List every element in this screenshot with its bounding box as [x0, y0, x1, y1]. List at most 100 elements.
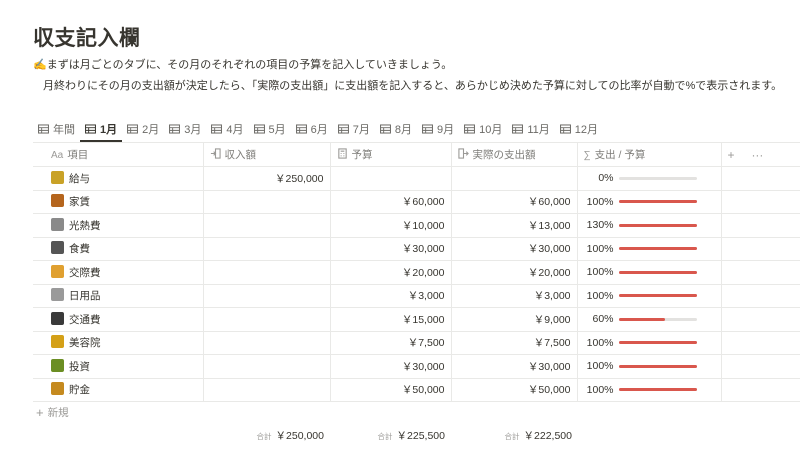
column-header-actions: + ···: [721, 143, 800, 167]
cell-ratio[interactable]: 60%: [577, 307, 722, 332]
total-income-label: 合計: [256, 432, 272, 441]
column-header-ratio[interactable]: ∑ 支出 / 予算: [577, 143, 722, 167]
cell-income[interactable]: [203, 260, 331, 285]
cell-budget[interactable]: ￥30,000: [330, 237, 452, 261]
cell-budget[interactable]: ￥50,000: [330, 378, 452, 402]
cell-ratio[interactable]: 100%: [577, 378, 722, 402]
cell-budget[interactable]: ￥3,000: [330, 284, 452, 308]
cell-actual[interactable]: ￥30,000: [451, 237, 578, 261]
cell-ratio[interactable]: 130%: [577, 213, 722, 238]
cell-name[interactable]: 光熱費: [33, 213, 204, 238]
tab-6[interactable]: 6月: [291, 118, 333, 140]
cell-budget[interactable]: ￥20,000: [330, 260, 452, 285]
add-column-button[interactable]: +: [728, 148, 735, 162]
cell-budget[interactable]: ￥7,500: [330, 331, 452, 355]
table-row[interactable]: 交際費 ￥20,000 ￥20,000 100%: [33, 260, 800, 285]
cell-actual[interactable]: ￥30,000: [451, 354, 578, 379]
new-row-button[interactable]: + 新規: [36, 405, 69, 420]
column-header-actual[interactable]: 実際の支出額: [451, 143, 578, 167]
cell-actual[interactable]: ￥7,500: [451, 331, 578, 355]
cell-income[interactable]: [203, 354, 331, 379]
ratio-bar: [618, 364, 697, 368]
cell-actual[interactable]: ￥13,000: [451, 213, 578, 238]
tab-1[interactable]: 1月: [80, 118, 123, 142]
table-row[interactable]: 美容院 ￥7,500 ￥7,500 100%: [33, 331, 800, 355]
tab-9[interactable]: 9月: [417, 118, 459, 140]
cell-name[interactable]: 交際費: [33, 260, 204, 285]
tab-2[interactable]: 2月: [122, 118, 164, 140]
tab-12[interactable]: 12月: [555, 118, 603, 140]
total-actual[interactable]: 合計 ￥222,500: [478, 428, 572, 443]
cell-income[interactable]: [203, 213, 331, 238]
cell-budget[interactable]: [330, 166, 452, 191]
cell-actual[interactable]: ￥60,000: [451, 190, 578, 214]
cell-actual[interactable]: ￥3,000: [451, 284, 578, 308]
cell-actual[interactable]: [451, 166, 578, 191]
cell-income[interactable]: [203, 331, 331, 355]
more-options-button[interactable]: ···: [751, 148, 763, 162]
table-row[interactable]: 貯金 ￥50,000 ￥50,000 100%: [33, 378, 800, 402]
cell-income[interactable]: [203, 378, 331, 402]
tab-7[interactable]: 7月: [333, 118, 375, 140]
cell-name[interactable]: 日用品: [33, 284, 204, 308]
tab-label: 年間: [53, 124, 75, 136]
cell-ratio[interactable]: 100%: [577, 284, 722, 308]
table-row[interactable]: 家賃 ￥60,000 ￥60,000 100%: [33, 190, 800, 214]
cell-income[interactable]: [203, 237, 331, 261]
cell-income[interactable]: [203, 284, 331, 308]
table-row[interactable]: 給与 ￥250,000 0%: [33, 166, 800, 191]
cell-ratio[interactable]: 100%: [577, 354, 722, 379]
plus-icon: +: [36, 405, 44, 420]
column-header-budget[interactable]: 予算: [330, 143, 452, 167]
tab-label: 5月: [268, 124, 286, 136]
cell-empty: [721, 378, 800, 402]
tab-0[interactable]: 年間: [33, 118, 80, 140]
handshake-icon: [51, 264, 64, 278]
tab-label: 2月: [142, 124, 160, 136]
ratio-bar: [618, 270, 697, 274]
cell-ratio[interactable]: 100%: [577, 260, 722, 285]
row-name: 交通費: [69, 313, 101, 326]
cell-income[interactable]: ￥250,000: [203, 166, 331, 191]
cell-budget[interactable]: ￥30,000: [330, 354, 452, 379]
cell-actual[interactable]: ￥20,000: [451, 260, 578, 285]
cell-actual[interactable]: ￥50,000: [451, 378, 578, 402]
cell-name[interactable]: 貯金: [33, 378, 204, 402]
table-row[interactable]: 交通費 ￥15,000 ￥9,000 60%: [33, 307, 800, 332]
cell-name[interactable]: 美容院: [33, 331, 204, 355]
cell-budget[interactable]: ￥15,000: [330, 307, 452, 332]
column-header-name[interactable]: Aa 項目: [33, 143, 204, 167]
ratio-bar-fill: [618, 364, 697, 368]
tab-8[interactable]: 8月: [375, 118, 417, 140]
table-row[interactable]: 日用品 ￥3,000 ￥3,000 100%: [33, 284, 800, 308]
cell-name[interactable]: 交通費: [33, 307, 204, 332]
cell-actual[interactable]: ￥9,000: [451, 307, 578, 332]
cell-name[interactable]: 家賃: [33, 190, 204, 214]
calculator-icon: [337, 148, 347, 159]
cell-name[interactable]: 食費: [33, 237, 204, 261]
cell-ratio[interactable]: 100%: [577, 190, 722, 214]
ratio-bar: [618, 247, 697, 251]
table-row[interactable]: 光熱費 ￥10,000 ￥13,000 130%: [33, 213, 800, 238]
cell-budget[interactable]: ￥10,000: [330, 213, 452, 238]
column-header-income[interactable]: 収入額: [203, 143, 331, 167]
cell-income[interactable]: [203, 190, 331, 214]
table-row[interactable]: 食費 ￥30,000 ￥30,000 100%: [33, 237, 800, 261]
cell-income[interactable]: [203, 307, 331, 332]
tab-4[interactable]: 4月: [206, 118, 248, 140]
tab-11[interactable]: 11月: [507, 118, 554, 140]
ratio-bar: [618, 176, 697, 180]
tab-10[interactable]: 10月: [459, 118, 507, 140]
cell-budget[interactable]: ￥60,000: [330, 190, 452, 214]
cell-ratio[interactable]: 0%: [577, 166, 722, 191]
table-view-icon: [85, 124, 96, 134]
cell-name[interactable]: 投資: [33, 354, 204, 379]
cell-name[interactable]: 給与: [33, 166, 204, 191]
table-row[interactable]: 投資 ￥30,000 ￥30,000 100%: [33, 354, 800, 379]
tab-5[interactable]: 5月: [249, 118, 291, 140]
cell-ratio[interactable]: 100%: [577, 331, 722, 355]
total-income[interactable]: 合計 ￥250,000: [230, 428, 324, 443]
tab-3[interactable]: 3月: [164, 118, 206, 140]
total-budget[interactable]: 合計 ￥225,500: [351, 428, 445, 443]
cell-ratio[interactable]: 100%: [577, 237, 722, 261]
